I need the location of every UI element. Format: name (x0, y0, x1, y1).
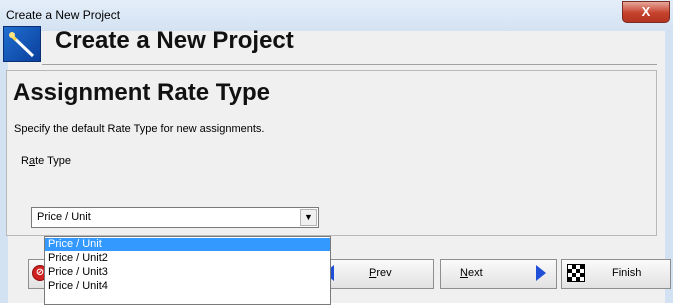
header-divider (42, 64, 657, 65)
wizard-wand-icon (3, 26, 41, 62)
finish-button[interactable]: Finish (561, 259, 671, 289)
rate-type-label: Rate Type (21, 155, 71, 167)
dropdown-option[interactable]: Price / Unit2 (45, 252, 330, 265)
panel-title: Assignment Rate Type (13, 79, 270, 106)
right-arrow-icon (536, 265, 546, 281)
panel-description: Specify the default Rate Type for new as… (14, 123, 265, 135)
next-button[interactable]: Next (440, 259, 557, 289)
prev-label-rest: rev (376, 267, 392, 279)
dropdown-option[interactable]: Price / Unit4 (45, 280, 330, 293)
label-part: te Type (35, 155, 71, 167)
close-button[interactable]: X (622, 1, 670, 23)
next-label: Next (460, 267, 483, 279)
label-part: R (21, 155, 29, 167)
dropdown-option[interactable]: Price / Unit (45, 238, 330, 251)
select-value: Price / Unit (37, 211, 91, 223)
prev-label: Prev (369, 267, 392, 279)
checkered-flag-icon (567, 264, 585, 282)
prev-button[interactable]: Prev (319, 259, 434, 289)
rate-type-dropdown-list[interactable]: Price / Unit Price / Unit2 Price / Unit3… (44, 236, 331, 305)
rate-type-select[interactable]: Price / Unit ▼ (31, 207, 319, 228)
header-title: Create a New Project (55, 27, 294, 54)
next-label-rest: ext (467, 267, 483, 279)
finish-label: Finish (612, 267, 642, 279)
dropdown-option[interactable]: Price / Unit3 (45, 266, 330, 279)
window-title: Create a New Project (6, 8, 121, 22)
chevron-down-icon[interactable]: ▼ (300, 209, 317, 226)
next-mnemonic: N (460, 267, 468, 279)
